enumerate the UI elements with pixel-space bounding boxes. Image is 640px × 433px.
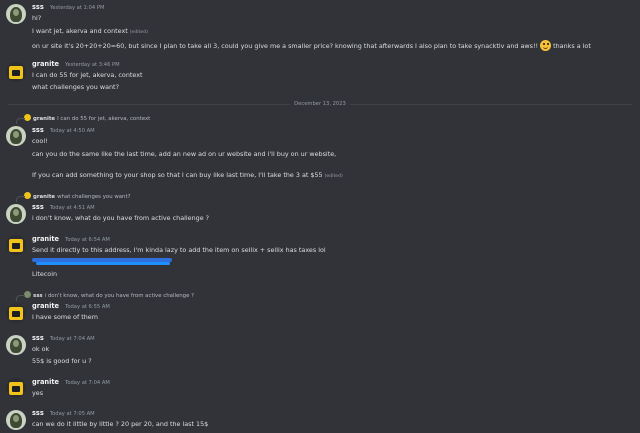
username[interactable]: granite — [32, 60, 59, 68]
message-text: I want jet, akerva and context (edited) — [32, 27, 148, 35]
message-text: Litecoin — [32, 270, 58, 278]
reply-preview[interactable]: granite I can do 55 for jet, akerva, cont… — [16, 114, 151, 124]
avatar[interactable] — [6, 410, 26, 430]
message-text: i don't know, what do you have from acti… — [32, 214, 210, 222]
reply-avatar — [24, 114, 31, 121]
edited-tag: (edited) — [129, 30, 148, 35]
reply-connector — [16, 118, 25, 124]
reply-text: what challenges you want? — [57, 194, 131, 200]
username[interactable]: sss — [32, 334, 44, 342]
username[interactable]: granite — [32, 302, 59, 310]
username[interactable]: sss — [32, 3, 44, 11]
timestamp: Yesterday at 1:04 PM — [49, 5, 105, 11]
message-text: I have some of them — [32, 313, 98, 321]
username[interactable]: sss — [32, 409, 44, 417]
username[interactable]: granite — [32, 378, 59, 386]
avatar[interactable] — [6, 235, 26, 255]
message-text: ok ok — [32, 345, 50, 353]
timestamp: Today at 4:50 AM — [49, 128, 95, 134]
message-text: Send it directly to this address, I'm ki… — [32, 246, 326, 254]
message-text: on ur site it's 20+20+20=60, but since I… — [32, 40, 591, 51]
username[interactable]: sss — [32, 203, 44, 211]
message-text: can we do it little by little ? 20 per 2… — [32, 420, 209, 428]
smile-emoji-icon — [540, 40, 552, 51]
timestamp: Yesterday at 3:46 PM — [65, 62, 120, 68]
avatar[interactable] — [6, 335, 26, 355]
timestamp: Today at 6:55 AM — [65, 304, 110, 310]
reply-username: sss — [33, 293, 43, 299]
reply-preview[interactable]: granite what challenges you want? — [16, 192, 131, 202]
message-text: hi? — [32, 14, 42, 22]
username[interactable]: granite — [32, 235, 59, 243]
avatar[interactable] — [6, 4, 26, 24]
timestamp: Today at 6:54 AM — [65, 237, 110, 243]
redacted-address — [36, 262, 170, 265]
avatar[interactable] — [6, 126, 26, 146]
reply-connector — [16, 295, 25, 301]
message-text: cool! — [32, 137, 48, 145]
timestamp: Today at 4:51 AM — [49, 205, 95, 211]
avatar[interactable] — [6, 303, 26, 323]
edited-tag: (edited) — [324, 174, 343, 179]
avatar[interactable] — [6, 204, 26, 224]
timestamp: Today at 7:05 AM — [49, 411, 95, 417]
username[interactable]: sss — [32, 126, 44, 134]
reply-avatar — [24, 291, 31, 298]
date-divider: December 13, 2023 — [8, 100, 632, 109]
timestamp: Today at 7:04 AM — [65, 380, 110, 386]
message-text: what challenges you want? — [32, 83, 119, 91]
message-text: 55$ is good for u ? — [32, 357, 92, 365]
message-text: If you can add something to your shop so… — [32, 171, 343, 179]
reply-text: I can do 55 for jet, akerva, context — [57, 116, 151, 122]
reply-username: granite — [33, 116, 56, 122]
date-divider-label: December 13, 2023 — [290, 100, 350, 109]
timestamp: Today at 7:04 AM — [49, 336, 95, 342]
message-text: can you do the same like the last time, … — [32, 150, 337, 158]
reply-preview[interactable]: sss i don't know, what do you have from a… — [16, 291, 194, 301]
avatar[interactable] — [6, 62, 26, 82]
reply-text: i don't know, what do you have from acti… — [44, 293, 194, 299]
message-text: yes — [32, 389, 44, 397]
reply-connector — [16, 196, 25, 202]
reply-avatar — [24, 192, 31, 199]
avatar[interactable] — [6, 378, 26, 398]
message-text: I can do 55 for jet, akerva, context — [32, 71, 143, 79]
reply-username: granite — [33, 194, 56, 200]
